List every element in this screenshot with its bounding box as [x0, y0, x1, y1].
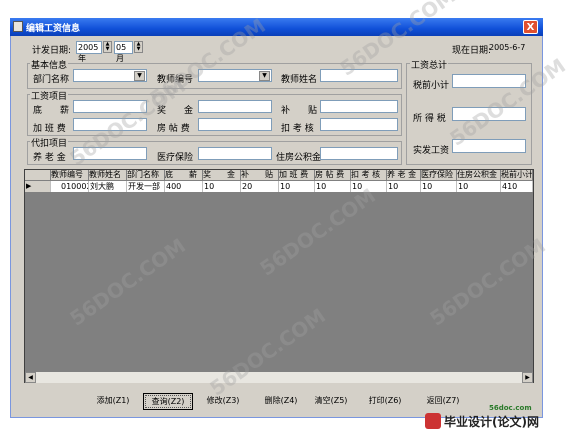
medical-label: 医疗保险 [157, 153, 194, 163]
table-cell[interactable]: 010002 [51, 181, 89, 192]
totals-title: 工资总计 [410, 58, 449, 71]
pretax-label: 税前小计 [413, 81, 450, 91]
housing-input[interactable] [198, 118, 272, 131]
teacher-name-label: 教师姓名 [281, 75, 318, 85]
brand-icon [425, 413, 441, 429]
column-header[interactable]: 加 班 费 [279, 170, 315, 181]
pay-date-label: 计发日期: [32, 46, 72, 56]
query-button[interactable]: 查询(Z2) [143, 393, 193, 410]
column-header[interactable]: 医疗保险 [421, 170, 457, 181]
brand-logo: 56doc.com 毕业设计(论文)网 [425, 404, 565, 430]
column-header[interactable]: 部门名称 [127, 170, 165, 181]
table-cell[interactable]: 刘大鹏 [89, 181, 127, 192]
app-icon [13, 21, 23, 32]
basic-info-title: 基本信息 [30, 58, 69, 71]
dept-select[interactable]: ▼ [73, 69, 147, 82]
chevron-down-icon[interactable]: ▼ [134, 71, 145, 81]
scroll-left-icon[interactable]: ◀ [25, 372, 36, 383]
housing-fund-input[interactable] [320, 147, 398, 160]
scroll-right-icon[interactable]: ▶ [522, 372, 533, 383]
close-button[interactable]: X [523, 20, 538, 34]
dept-label: 部门名称 [33, 75, 70, 85]
window-title: 编辑工资信息 [26, 24, 81, 34]
month-field[interactable]: 05月 [114, 41, 133, 63]
table-cell[interactable]: 10 [279, 181, 315, 192]
table-cell[interactable]: 10 [457, 181, 501, 192]
add-button[interactable]: 添加(Z1) [84, 393, 142, 410]
current-date-value: 2005-6-7 [489, 43, 526, 52]
table-cell[interactable]: 10 [421, 181, 457, 192]
column-header[interactable]: 补 贴 [241, 170, 279, 181]
net-label: 实发工资 [413, 146, 450, 156]
column-header[interactable]: 教师编号 [51, 170, 89, 181]
row-header-corner [25, 170, 51, 181]
year-spinner[interactable]: ▲ ▼ [103, 41, 112, 53]
table-cell[interactable]: 410 [501, 181, 533, 192]
column-header[interactable]: 税前小计 [501, 170, 533, 181]
tax-label: 所 得 税 [413, 114, 446, 124]
deduct-label: 扣 考 核 [281, 124, 314, 134]
brand-url: 56doc.com [489, 404, 532, 412]
clear-button[interactable]: 清空(Z5) [302, 393, 360, 410]
column-header[interactable]: 住房公积金 [457, 170, 501, 181]
bonus-input[interactable] [198, 100, 272, 113]
table-cell[interactable]: 10 [315, 181, 351, 192]
column-header[interactable]: 房 帖 费 [315, 170, 351, 181]
table-cell[interactable]: 开发一部 [127, 181, 165, 192]
year-field[interactable]: 2005年 [76, 41, 102, 63]
table-cell[interactable]: 10 [203, 181, 241, 192]
brand-name: 毕业设计(论文)网 [444, 415, 539, 429]
subsidy-label: 补 贴 [281, 106, 318, 116]
housing-fund-label: 住房公积金 [276, 153, 322, 163]
horizontal-scrollbar[interactable] [25, 372, 533, 383]
withholding-title: 代扣项目 [30, 136, 69, 149]
chevron-down-icon[interactable]: ▼ [259, 71, 270, 81]
table-cell[interactable]: 20 [241, 181, 279, 192]
overtime-label: 加 班 费 [33, 124, 66, 134]
month-spinner[interactable]: ▲ ▼ [134, 41, 143, 53]
title-bar[interactable] [10, 18, 543, 36]
housing-label: 房 帖 费 [157, 124, 190, 134]
subsidy-input[interactable] [320, 100, 398, 113]
column-header[interactable]: 底 薪 [165, 170, 203, 181]
pension-label: 养 老 金 [33, 153, 66, 163]
column-header[interactable]: 教师姓名 [89, 170, 127, 181]
print-button[interactable]: 打印(Z6) [356, 393, 414, 410]
column-header[interactable]: 奖 金 [203, 170, 241, 181]
medical-input[interactable] [198, 147, 272, 160]
table-cell[interactable]: 400 [165, 181, 203, 192]
salary-items-title: 工资项目 [30, 89, 69, 102]
row-selector[interactable]: ▶ [25, 181, 51, 192]
column-header[interactable]: 养 老 金 [387, 170, 421, 181]
deduct-input[interactable] [320, 118, 398, 131]
base-salary-label: 底 薪 [33, 106, 70, 116]
current-date-label: 现在日期: [452, 46, 492, 56]
table-cell[interactable]: 10 [387, 181, 421, 192]
column-header[interactable]: 扣 考 核 [351, 170, 387, 181]
